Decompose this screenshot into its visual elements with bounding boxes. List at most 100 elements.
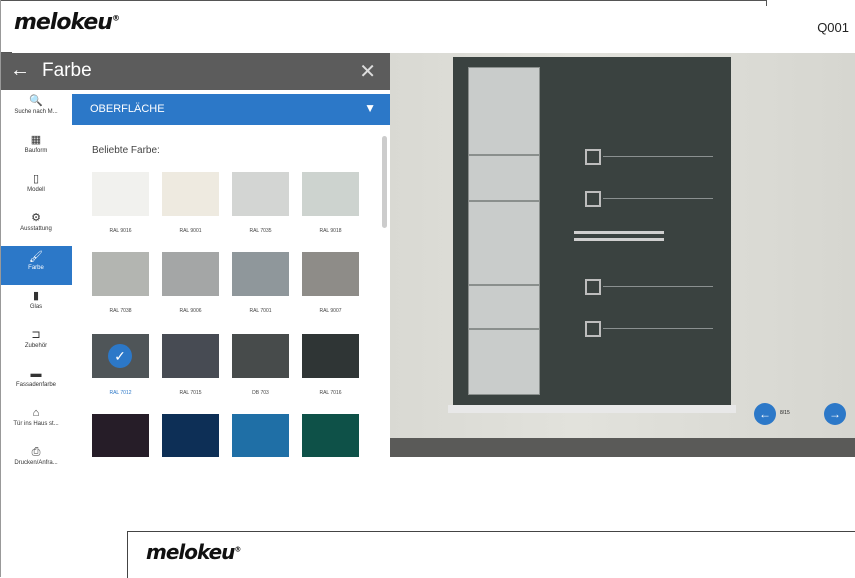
- sidebar-item[interactable]: ⊐ Zubehör: [0, 324, 72, 363]
- swatch-label: RAL 9001: [179, 228, 202, 234]
- door-side-glass: [468, 155, 540, 201]
- product-code: Q001: [817, 20, 849, 35]
- swatch-label: RAL 7035: [249, 228, 272, 234]
- sidebar-item-label: Drucken/Anfra...: [14, 460, 58, 466]
- surface-dropdown[interactable]: OBERFLÄCHE ▼: [72, 94, 390, 125]
- facade-icon: ▬: [30, 368, 42, 380]
- sidebar-item[interactable]: ▦ Bauform: [0, 129, 72, 168]
- back-arrow-icon[interactable]: ←: [10, 59, 30, 82]
- door-handle: [574, 231, 664, 234]
- sidebar-nav: 🔍 Suche nach M... ▦ Bauform ▯ Modell ⚙ Ausstatt…: [0, 90, 72, 466]
- color-swatch[interactable]: [92, 414, 149, 457]
- swatch-label: DB 703: [252, 390, 269, 396]
- checkmark-icon: ✓: [108, 344, 132, 368]
- sidebar-item[interactable]: ▯ Modell: [0, 168, 72, 207]
- color-swatch[interactable]: [302, 252, 359, 296]
- brand-logo[interactable]: melokeu®: [146, 540, 241, 564]
- door-threshold: [448, 405, 736, 413]
- panel-header: ← Farbe ✕: [0, 53, 390, 90]
- sidebar-item-label: Fassadenfarbe: [15, 382, 57, 388]
- swatch-label: RAL 9016: [109, 228, 132, 234]
- sidebar-item[interactable]: 🖌 Farbe: [0, 246, 72, 285]
- scrollbar[interactable]: [381, 126, 388, 456]
- sidebar-item[interactable]: ⌂ Tür ins Haus st...: [0, 402, 72, 441]
- sidebar-item-label: Bauform: [24, 148, 48, 154]
- swatch-label: RAL 7012: [109, 390, 132, 396]
- frame-line: [766, 0, 767, 6]
- image-pager: ← 8/15 →: [754, 403, 854, 427]
- swatch-label: RAL 9018: [319, 228, 342, 234]
- sidebar-item-label: Glas: [29, 304, 43, 310]
- brand-logo[interactable]: melokeu®: [14, 10, 120, 35]
- door-preview: [390, 53, 855, 457]
- swatch-label: RAL 9006: [179, 308, 202, 314]
- house-icon: ⌂: [32, 407, 40, 419]
- color-swatch[interactable]: [232, 414, 289, 457]
- door-style-icon: ▦: [30, 134, 42, 146]
- door-model-icon: ▯: [32, 173, 40, 185]
- door-groove: [603, 286, 713, 287]
- frame-line: [0, 0, 1, 577]
- swatch-label: RAL 7016: [319, 390, 342, 396]
- prev-button[interactable]: ←: [754, 403, 776, 425]
- sidebar-item[interactable]: ⚙ Ausstattung: [0, 207, 72, 246]
- sidebar-item-label: Suche nach M...: [14, 109, 58, 115]
- sidebar-item-label: Ausstattung: [20, 226, 52, 232]
- handle-icon: ⊐: [31, 329, 41, 341]
- section-title: Beliebte Farbe:: [92, 145, 160, 156]
- color-swatch[interactable]: ✓: [92, 334, 149, 378]
- page-count: 8/15: [780, 410, 790, 416]
- sidebar-item[interactable]: ⎙ Drucken/Anfra...: [0, 441, 72, 480]
- door-side-glass: [468, 285, 540, 329]
- door-side-glass: [468, 329, 540, 395]
- color-swatch[interactable]: [92, 172, 149, 216]
- color-swatch[interactable]: [162, 334, 219, 378]
- sidebar-item-label: Tür ins Haus st...: [13, 421, 59, 427]
- color-swatch[interactable]: [162, 414, 219, 457]
- color-swatch[interactable]: [232, 334, 289, 378]
- color-swatch[interactable]: [162, 172, 219, 216]
- lower-page-preview: melokeu®: [127, 531, 855, 578]
- floor: [390, 438, 855, 457]
- door-groove: [603, 198, 713, 199]
- door-inlay: [585, 279, 601, 295]
- search-icon: 🔍: [29, 95, 43, 107]
- color-swatch[interactable]: [232, 252, 289, 296]
- door-side-glass: [468, 67, 540, 155]
- sidebar-item[interactable]: 🔍 Suche nach M...: [0, 90, 72, 129]
- panel-title: Farbe: [42, 60, 92, 81]
- color-swatch[interactable]: [162, 252, 219, 296]
- glass-icon: ▮: [32, 290, 40, 302]
- color-swatch[interactable]: [302, 334, 359, 378]
- color-swatch[interactable]: [92, 252, 149, 296]
- dropdown-label: OBERFLÄCHE: [90, 103, 165, 115]
- scrollbar-thumb[interactable]: [382, 136, 387, 228]
- next-button[interactable]: →: [824, 403, 846, 425]
- sidebar-item[interactable]: ▮ Glas: [0, 285, 72, 324]
- swatch-label: RAL 7038: [109, 308, 132, 314]
- sidebar-item-label: Zubehör: [24, 343, 48, 349]
- swatch-label: RAL 7001: [249, 308, 272, 314]
- door-inlay: [585, 321, 601, 337]
- color-swatch[interactable]: [302, 172, 359, 216]
- paint-icon: 🖌: [29, 251, 43, 263]
- sidebar-item[interactable]: ▬ Fassadenfarbe: [0, 363, 72, 402]
- gear-icon: ⚙: [31, 212, 41, 224]
- sidebar-item-label: Modell: [27, 187, 45, 193]
- sidebar-item-label: Farbe: [28, 265, 44, 271]
- print-icon: ⎙: [31, 446, 41, 458]
- swatch-label: RAL 7015: [179, 390, 202, 396]
- close-icon[interactable]: ✕: [359, 59, 376, 84]
- frame-line: [0, 0, 767, 1]
- door-inlay: [585, 149, 601, 165]
- door-side-glass: [468, 201, 540, 285]
- door-groove: [603, 328, 713, 329]
- door-inlay: [585, 191, 601, 207]
- door-handle: [574, 238, 664, 241]
- swatch-label: RAL 9007: [319, 308, 342, 314]
- color-swatch[interactable]: [302, 414, 359, 457]
- door-groove: [603, 156, 713, 157]
- chevron-down-icon: ▼: [364, 101, 376, 115]
- top-bar: melokeu® Q001: [0, 0, 855, 53]
- color-swatch[interactable]: [232, 172, 289, 216]
